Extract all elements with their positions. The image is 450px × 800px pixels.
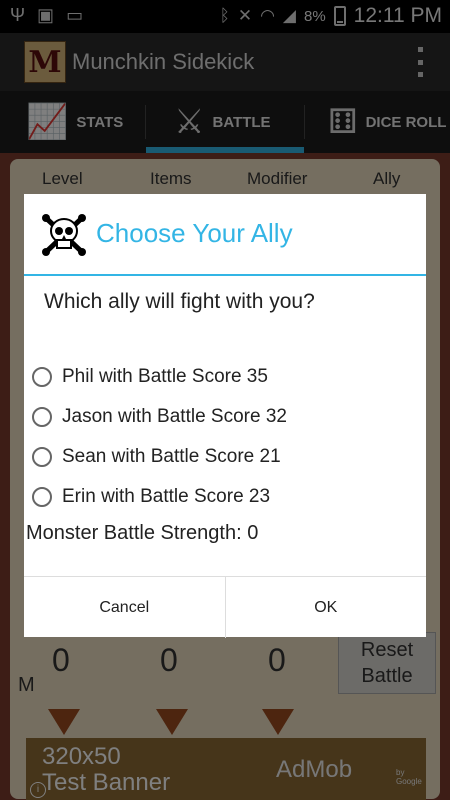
monster-battle-strength: Monster Battle Strength: 0 [26, 522, 259, 544]
ally-option-label: Sean with Battle Score 21 [62, 446, 281, 467]
ally-option-phil[interactable]: Phil with Battle Score 35 [32, 366, 268, 388]
ok-button[interactable]: OK [226, 577, 427, 638]
ally-option-erin[interactable]: Erin with Battle Score 23 [32, 486, 270, 508]
radio-button[interactable] [32, 367, 52, 387]
ally-option-label: Jason with Battle Score 32 [62, 406, 287, 427]
skull-crossbones-icon [42, 214, 86, 256]
cancel-button[interactable]: Cancel [24, 577, 226, 638]
dialog-button-bar: Cancel OK [24, 576, 426, 638]
radio-button[interactable] [32, 407, 52, 427]
dialog-title: Choose Your Ally [96, 218, 293, 248]
dialog-question: Which ally will fight with you? [44, 290, 315, 313]
choose-ally-dialog: Choose Your Ally Which ally will fight w… [24, 194, 426, 638]
dialog-title-divider [24, 274, 426, 276]
ally-option-label: Phil with Battle Score 35 [62, 366, 268, 387]
radio-button[interactable] [32, 487, 52, 507]
ally-option-label: Erin with Battle Score 23 [62, 486, 271, 507]
radio-button[interactable] [32, 447, 52, 467]
ally-option-sean[interactable]: Sean with Battle Score 21 [32, 446, 281, 468]
ally-option-jason[interactable]: Jason with Battle Score 32 [32, 406, 287, 428]
